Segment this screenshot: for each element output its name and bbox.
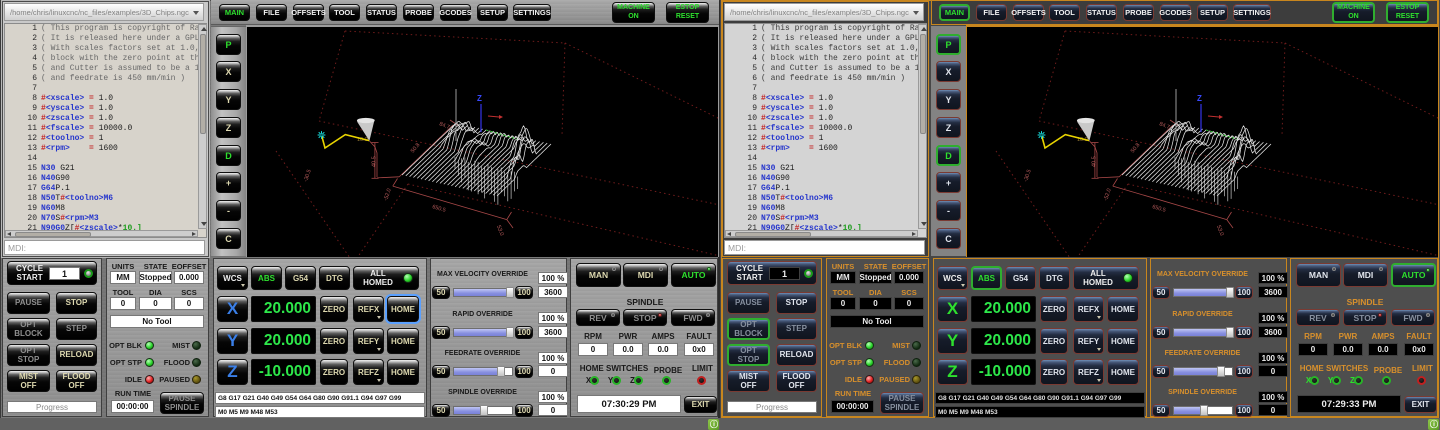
svg-text:Z: Z bbox=[477, 94, 482, 103]
svg-text:Z: Z bbox=[1197, 94, 1202, 103]
svg-text:40.5: 40.5 bbox=[1092, 156, 1098, 167]
svg-text:40.5: 40.5 bbox=[372, 156, 378, 167]
